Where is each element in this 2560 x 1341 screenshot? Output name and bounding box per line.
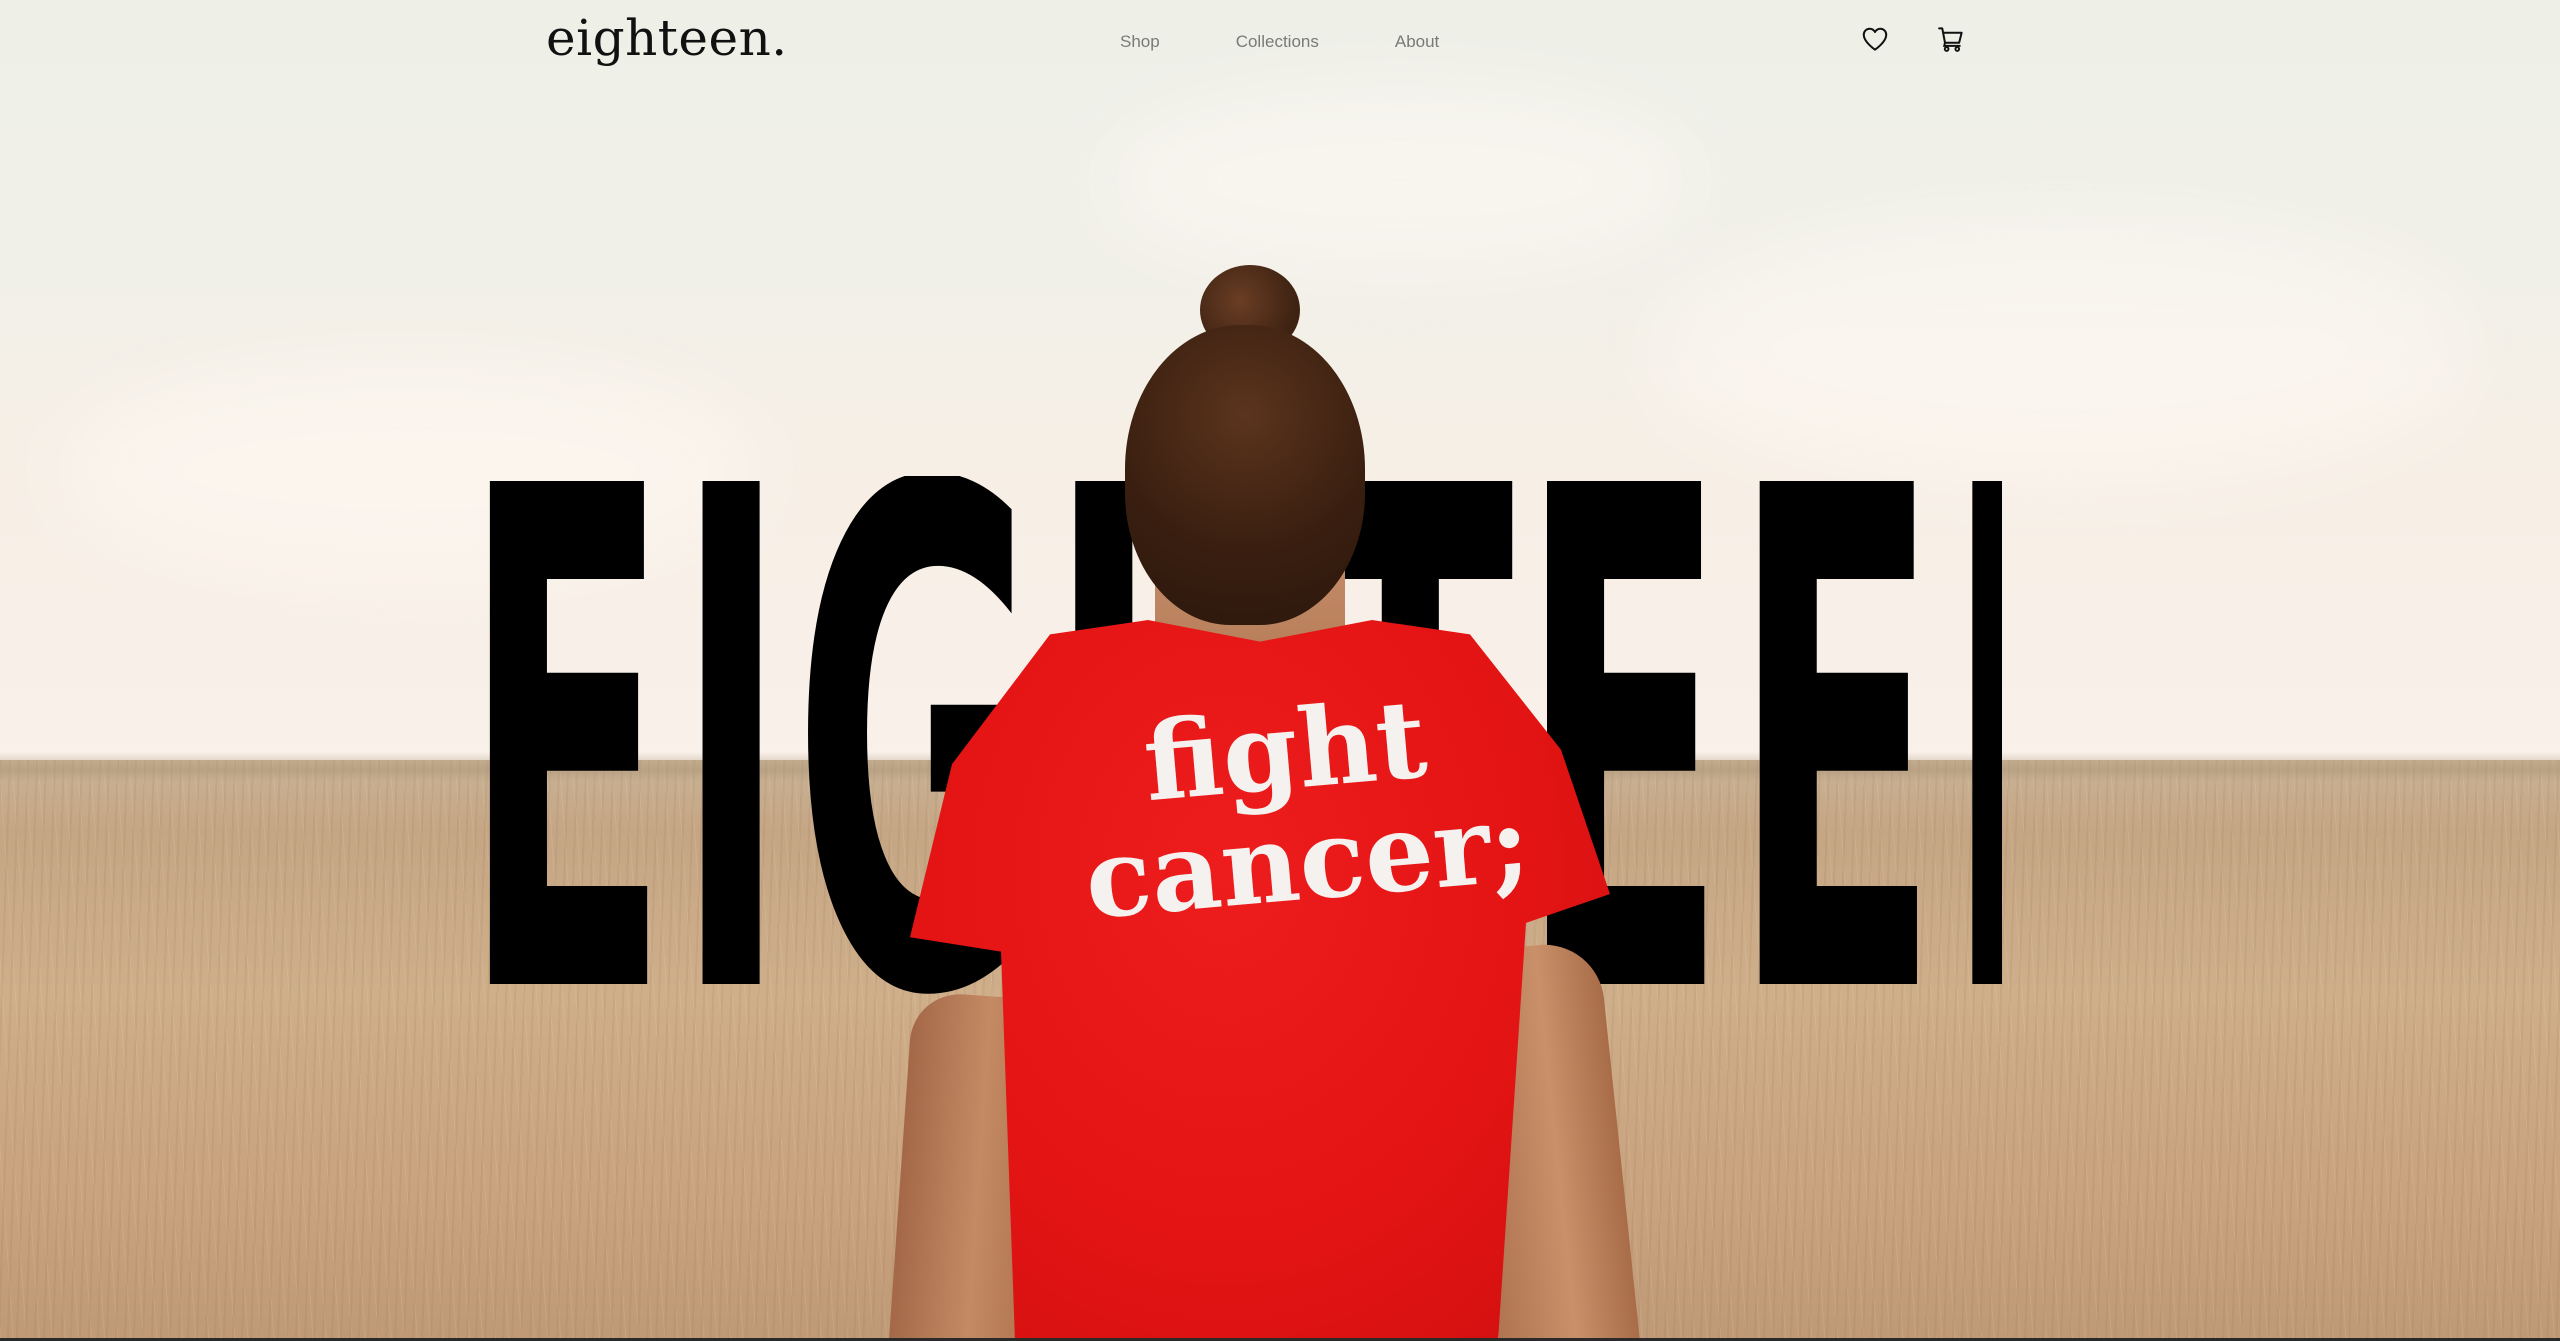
model-head <box>1125 325 1365 625</box>
shirt-print-text: fight cancer; <box>1071 676 1535 944</box>
cart-button[interactable] <box>1934 22 1968 56</box>
wishlist-button[interactable] <box>1858 22 1892 56</box>
landing-page: EIGHTEEN fightcancer; eighteen. Shop Col… <box>0 0 2560 1341</box>
cloud <box>1100 90 1700 270</box>
nav-icon-group <box>1858 22 1968 56</box>
hero-model: fight cancer; <box>880 255 1642 1341</box>
nav-link-collections[interactable]: Collections <box>1236 28 1319 56</box>
brand-logo[interactable]: eighteen. <box>546 6 788 70</box>
nav-link-about[interactable]: About <box>1395 28 1439 56</box>
primary-nav: Shop Collections About <box>1120 28 1515 56</box>
heart-icon <box>1862 27 1888 51</box>
cart-icon <box>1938 27 1963 52</box>
top-navigation: eighteen. Shop Collections About <box>0 0 2560 84</box>
cloud <box>1650 220 2470 480</box>
nav-link-shop[interactable]: Shop <box>1120 28 1160 56</box>
